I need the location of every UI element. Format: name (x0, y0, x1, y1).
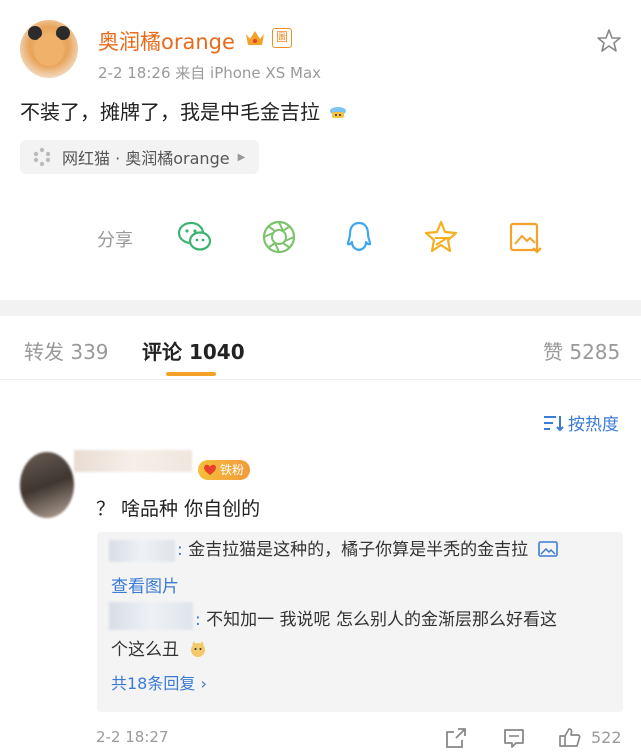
topic-icon (33, 147, 51, 167)
post-meta: 2-2 18:26 来自 iPhone XS Max (98, 64, 322, 82)
crown-icon (246, 31, 264, 45)
image-icon[interactable] (537, 540, 558, 558)
active-tab-indicator (166, 372, 216, 376)
topic-label: 网红猫 · 奥润橘orange (62, 149, 230, 168)
view-image-link[interactable]: 查看图片 (111, 572, 179, 597)
doge-emoji-icon (191, 641, 206, 657)
avatar-face (34, 34, 64, 66)
chevron-right-icon: ▶ (237, 151, 246, 163)
emoji-icon (330, 107, 347, 118)
thumbs-up-icon[interactable] (558, 726, 582, 750)
comment-footer: 2-2 18:27 522 (0, 724, 641, 754)
like-count: 522 (591, 728, 622, 747)
commenter-avatar[interactable] (20, 452, 74, 518)
reply-text-line2: 个这么丑 (111, 640, 179, 660)
share-icon[interactable] (444, 726, 468, 750)
more-replies-link[interactable]: 共18条回复 › (111, 670, 207, 694)
reply-item: : 金吉拉猫是这种的，橘子你算是半秃的金吉拉 (177, 534, 558, 566)
tab-repost[interactable]: 转发 339 (24, 336, 109, 365)
reply-thread[interactable]: : 金吉拉猫是这种的，橘子你算是半秃的金吉拉 查看图片 : 不知加一 我说呢 怎… (97, 532, 623, 712)
weibo-post: 奥润橘orange 圖 2-2 18:26 来自 iPhone XS Max 不… (0, 0, 641, 300)
save-image-icon[interactable] (506, 218, 544, 256)
share-label: 分享 (97, 230, 133, 251)
verified-icon[interactable]: 圖 (272, 28, 292, 48)
reply-item-continued: 个这么丑 (111, 634, 208, 666)
sort-icon (544, 415, 564, 431)
user-avatar[interactable] (20, 20, 78, 78)
heart-badge-icon (204, 464, 216, 475)
qzone-star-icon[interactable] (422, 218, 460, 256)
moments-icon[interactable] (260, 218, 298, 256)
reply-colon: : (195, 610, 201, 630)
sort-label: 按热度 (568, 415, 619, 435)
comment-text: ？ 啥品种 你自创的 (96, 498, 261, 520)
topic-chip[interactable]: 网红猫 · 奥润橘orange ▶ (20, 140, 260, 174)
favorite-star-icon[interactable] (596, 28, 622, 54)
fan-badge-label: 铁粉 (220, 463, 245, 477)
comment-icon[interactable] (502, 726, 526, 750)
reply-colon: : (177, 540, 183, 560)
reply-text-line1: 不知加一 我说呢 怎么别人的金渐层那么好看这 (206, 610, 557, 630)
fan-badge: 铁粉 (198, 460, 250, 480)
sort-by-hot-button[interactable]: 按热度 (542, 410, 619, 435)
post-text-content: 不装了，摊牌了，我是中毛金吉拉 (20, 100, 320, 124)
tab-comments[interactable]: 评论 1040 (142, 336, 245, 365)
qq-icon[interactable] (340, 218, 378, 256)
post-text: 不装了，摊牌了，我是中毛金吉拉 (20, 96, 348, 125)
wechat-icon[interactable] (176, 218, 214, 256)
comment-time: 2-2 18:27 (96, 728, 169, 746)
reply-author-blurred[interactable] (109, 540, 175, 562)
reply-author-blurred[interactable] (109, 602, 193, 630)
reply-text: 金吉拉猫是这种的，橘子你算是半秃的金吉拉 (188, 540, 529, 560)
post-username[interactable]: 奥润橘orange (98, 26, 235, 56)
section-divider (0, 300, 641, 316)
share-row: 分享 (0, 210, 641, 262)
reply-item: : 不知加一 我说呢 怎么别人的金渐层那么好看这 (195, 604, 557, 636)
tab-bar: 转发 339 评论 1040 赞 5285 (0, 316, 641, 380)
tab-likes[interactable]: 赞 5285 (543, 336, 620, 365)
commenter-name-blurred[interactable] (74, 450, 192, 472)
